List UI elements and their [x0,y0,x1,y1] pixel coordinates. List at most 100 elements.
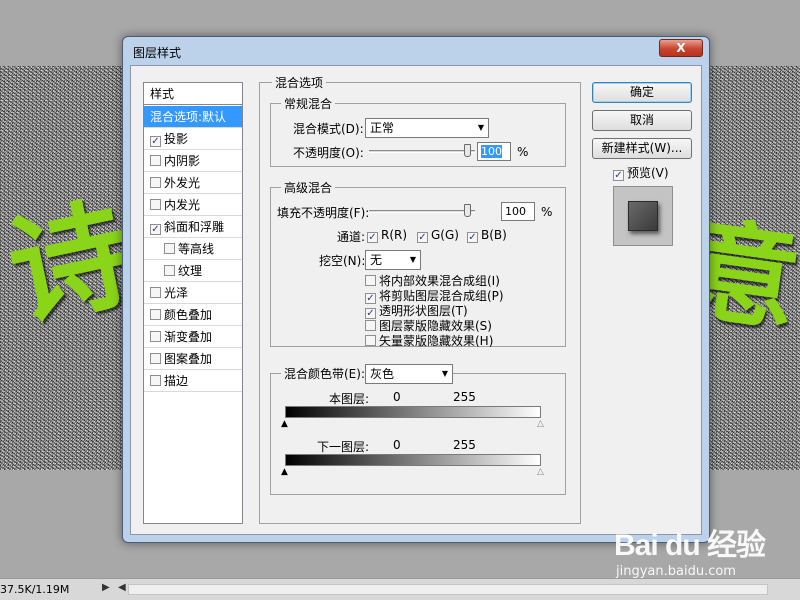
scroll-left-icon[interactable]: ◀ [118,582,126,593]
opacity-input[interactable]: 100 [477,142,511,161]
checkbox-preview[interactable] [613,170,624,181]
underlying-layer-min: 0 [393,438,401,452]
style-preview-box [613,186,673,246]
chevron-down-icon: ▼ [409,255,416,264]
style-preview-swatch [628,201,658,231]
knockout-value: 无 [370,253,383,267]
checkbox-inner-shadow[interactable] [150,155,161,166]
list-item-label: 渐变叠加 [164,330,213,344]
advanced-blending-group: 高级混合 填充不透明度(F): 100 % 通道: R(R) G(G) B(B)… [270,179,566,349]
status-menu-arrow-icon[interactable]: ▶ [102,582,110,593]
baidu-url: jingyan.baidu.com [616,564,736,579]
underlying-layer-max: 255 [453,438,476,452]
knockout-label: 挖空(N): [319,254,366,268]
opacity-slider-track[interactable] [369,150,475,153]
baidu-logo: Bai du 经验 [614,529,766,562]
channel-b[interactable]: B(B) [467,228,507,243]
list-item-contour[interactable]: 等高线 [144,238,242,260]
close-icon: X [676,41,686,55]
list-item-blend-options[interactable]: 混合选项:默认 [144,106,242,128]
checkbox-color-overlay[interactable] [150,309,161,320]
new-style-label: 新建样式(W)... [601,141,683,155]
styles-list: 样式 混合选项:默认 投影 内阴影 外发光 内发光 斜面和浮雕 等高线 纹理 光… [143,82,243,524]
horizontal-scrollbar[interactable] [128,584,768,595]
checkbox-drop-shadow[interactable] [150,136,161,147]
list-item-pattern-overlay[interactable]: 图案叠加 [144,348,242,370]
checkbox-pattern-overlay[interactable] [150,353,161,364]
checkbox-stroke[interactable] [150,375,161,386]
opacity-value: 100 [481,145,502,158]
checkbox-contour[interactable] [164,243,175,254]
list-item-texture[interactable]: 纹理 [144,260,242,282]
this-layer-white-stop[interactable]: △ [537,420,544,429]
list-item-inner-shadow[interactable]: 内阴影 [144,150,242,172]
option-label: 将剪贴图层混合成组(P) [379,289,504,303]
blend-mode-dropdown[interactable]: 正常 ▼ [365,118,489,138]
fill-opacity-value: 100 [505,205,526,218]
list-item-label: 混合选项:默认 [150,110,227,124]
chevron-down-icon: ▼ [477,123,484,132]
checkbox-satin[interactable] [150,287,161,298]
option-vector-mask-hides[interactable]: 矢量蒙版隐藏效果(H) [365,332,493,349]
checkbox-outer-glow[interactable] [150,177,161,188]
underlying-layer-black-stop[interactable]: ▲ [281,468,288,477]
checkbox-vector-mask-hides[interactable] [365,335,376,346]
fill-opacity-input[interactable]: 100 [501,202,535,221]
styles-header-label: 样式 [150,87,175,101]
list-item-label: 等高线 [178,242,215,256]
underlying-layer-white-stop[interactable]: △ [537,468,544,477]
this-layer-max: 255 [453,390,476,404]
list-item-label: 颜色叠加 [164,308,213,322]
checkbox-layer-mask-hides[interactable] [365,320,376,331]
list-item-gradient-overlay[interactable]: 渐变叠加 [144,326,242,348]
ok-button[interactable]: 确定 [592,82,692,103]
styles-list-header[interactable]: 样式 [144,83,242,105]
list-item-bevel-emboss[interactable]: 斜面和浮雕 [144,216,242,238]
dialog-titlebar[interactable]: 图层样式 X [123,37,709,65]
this-layer-black-stop[interactable]: ▲ [281,420,288,429]
cancel-button[interactable]: 取消 [592,110,692,131]
doc-size-readout: 37.5K/1.19M [0,583,70,596]
checkbox-bevel-emboss[interactable] [150,224,161,235]
checkbox-gradient-overlay[interactable] [150,331,161,342]
underlying-layer-gradient[interactable] [285,454,541,466]
list-item-satin[interactable]: 光泽 [144,282,242,304]
checkbox-texture[interactable] [164,265,175,276]
checkbox-blend-interior[interactable] [365,275,376,286]
checkbox-inner-glow[interactable] [150,199,161,210]
list-item-stroke[interactable]: 描边 [144,370,242,392]
fill-opacity-slider-thumb[interactable] [464,204,471,217]
channel-r[interactable]: R(R) [367,228,407,243]
opacity-slider-thumb[interactable] [464,144,471,157]
option-label: 透明形状图层(T) [379,304,468,318]
channel-g[interactable]: G(G) [417,228,459,243]
blend-if-dropdown[interactable]: 灰色 ▼ [365,364,453,384]
list-item-label: 斜面和浮雕 [164,220,225,234]
list-item-drop-shadow[interactable]: 投影 [144,128,242,150]
checkbox-channel-r[interactable] [367,232,378,243]
list-item-label: 外发光 [164,176,201,190]
channel-g-label: G(G) [431,228,459,242]
new-style-button[interactable]: 新建样式(W)... [592,138,692,159]
checkbox-channel-g[interactable] [417,232,428,243]
list-item-outer-glow[interactable]: 外发光 [144,172,242,194]
this-layer-gradient[interactable] [285,406,541,418]
blend-mode-label: 混合模式(D): [293,122,364,136]
list-item-color-overlay[interactable]: 颜色叠加 [144,304,242,326]
fill-opacity-slider-track[interactable] [369,210,475,213]
option-label: 矢量蒙版隐藏效果(H) [379,334,494,348]
opacity-label: 不透明度(O): [293,146,364,160]
layer-style-dialog: 图层样式 X 样式 混合选项:默认 投影 内阴影 外发光 内发光 斜面和浮雕 等… [122,36,710,543]
channel-r-label: R(R) [381,228,408,242]
list-item-inner-glow[interactable]: 内发光 [144,194,242,216]
knockout-dropdown[interactable]: 无 ▼ [365,250,421,270]
fill-opacity-unit: % [541,205,553,219]
close-button[interactable]: X [659,39,703,57]
checkbox-channel-b[interactable] [467,232,478,243]
blend-options-panel: 混合选项 常规混合 混合模式(D): 正常 ▼ 不透明度(O): 100 % 高… [259,74,581,524]
opacity-unit: % [517,145,529,159]
option-label: 图层蒙版隐藏效果(S) [379,319,492,333]
preview-toggle[interactable]: 预览(V) [613,164,669,181]
list-item-label: 光泽 [164,286,189,300]
general-blending-group: 常规混合 混合模式(D): 正常 ▼ 不透明度(O): 100 % [270,95,566,167]
